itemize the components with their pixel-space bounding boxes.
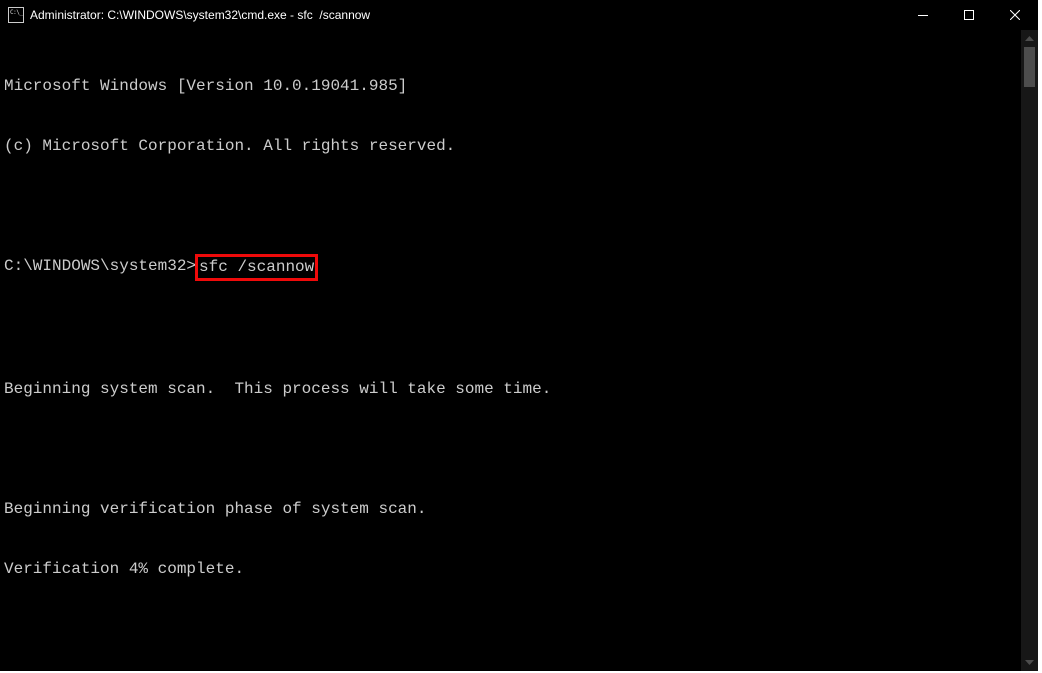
output-blank-line — [4, 196, 1021, 216]
output-blank-line — [4, 319, 1021, 339]
prompt-path: C:\WINDOWS\system32> — [4, 256, 196, 276]
output-version-line: Microsoft Windows [Version 10.0.19041.98… — [4, 76, 1021, 96]
cmd-window: Administrator: C:\WINDOWS\system32\cmd.e… — [0, 0, 1038, 671]
output-copyright-line: (c) Microsoft Corporation. All rights re… — [4, 136, 1021, 156]
output-blank-line — [4, 439, 1021, 459]
window-controls — [900, 0, 1038, 30]
close-button[interactable] — [992, 0, 1038, 30]
output-verification-progress-line: Verification 4% complete. — [4, 559, 1021, 579]
scrollbar-track[interactable] — [1021, 47, 1038, 654]
maximize-button[interactable] — [946, 0, 992, 30]
output-scan-begin-line: Beginning system scan. This process will… — [4, 379, 1021, 399]
scroll-up-button[interactable] — [1021, 30, 1038, 47]
scrollbar-thumb[interactable] — [1024, 47, 1035, 87]
cmd-icon — [8, 7, 24, 23]
vertical-scrollbar[interactable] — [1021, 30, 1038, 671]
output-verification-phase-line: Beginning verification phase of system s… — [4, 499, 1021, 519]
window-title: Administrator: C:\WINDOWS\system32\cmd.e… — [30, 8, 370, 22]
terminal-output[interactable]: Microsoft Windows [Version 10.0.19041.98… — [0, 30, 1021, 671]
title-bar[interactable]: Administrator: C:\WINDOWS\system32\cmd.e… — [0, 0, 1038, 30]
prompt-line: C:\WINDOWS\system32>sfc /scannow — [4, 256, 1021, 279]
scroll-down-button[interactable] — [1021, 654, 1038, 671]
typed-command-highlight: sfc /scannow — [195, 254, 318, 281]
client-area: Microsoft Windows [Version 10.0.19041.98… — [0, 30, 1038, 671]
minimize-button[interactable] — [900, 0, 946, 30]
